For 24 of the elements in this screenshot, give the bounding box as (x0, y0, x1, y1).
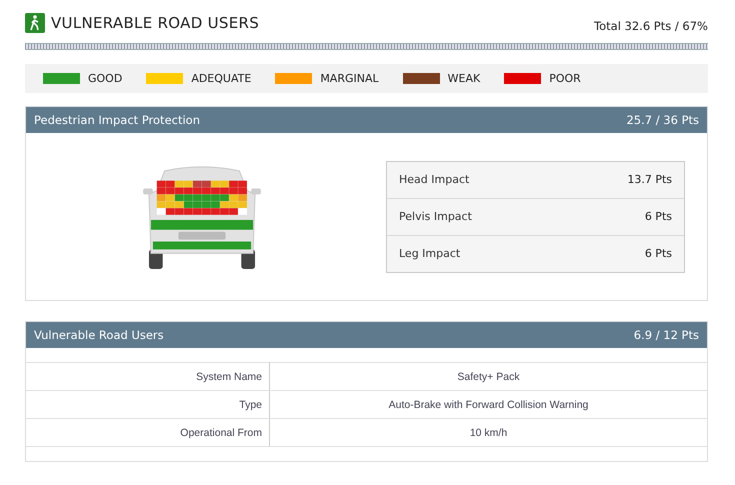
pedestrian-icon (25, 13, 45, 33)
impact-points: 6 Pts (644, 247, 672, 260)
table-cell: Auto-Brake with Forward Collision Warning (270, 390, 707, 418)
section-score: 6.9 / 12 Pts (634, 328, 699, 342)
section-score: 25.7 / 36 Pts (626, 113, 699, 127)
table-cell: System Name (26, 362, 270, 390)
table-cell: Type (26, 390, 270, 418)
impact-label: Leg Impact (399, 247, 460, 260)
impact-points: 13.7 Pts (627, 173, 672, 186)
impact-label: Head Impact (399, 173, 470, 186)
legend-label: ADEQUATE (191, 72, 252, 85)
table-cell: Operational From (26, 418, 270, 446)
table-cell: 10 km/h (270, 418, 707, 446)
page-title: VULNERABLE ROAD USERS (51, 14, 260, 32)
impact-points: 6 Pts (644, 210, 672, 223)
legend-label: WEAK (448, 72, 480, 85)
section-title: Vulnerable Road Users (34, 328, 164, 342)
total-score: Total 32.6 Pts / 67% (594, 19, 708, 33)
legend-label: POOR (549, 72, 581, 85)
table-cell: Safety+ Pack (270, 362, 707, 390)
section-title: Pedestrian Impact Protection (34, 113, 200, 127)
impact-label: Pelvis Impact (399, 210, 472, 223)
legend-label: MARGINAL (320, 72, 379, 85)
legend-label: GOOD (88, 72, 122, 85)
